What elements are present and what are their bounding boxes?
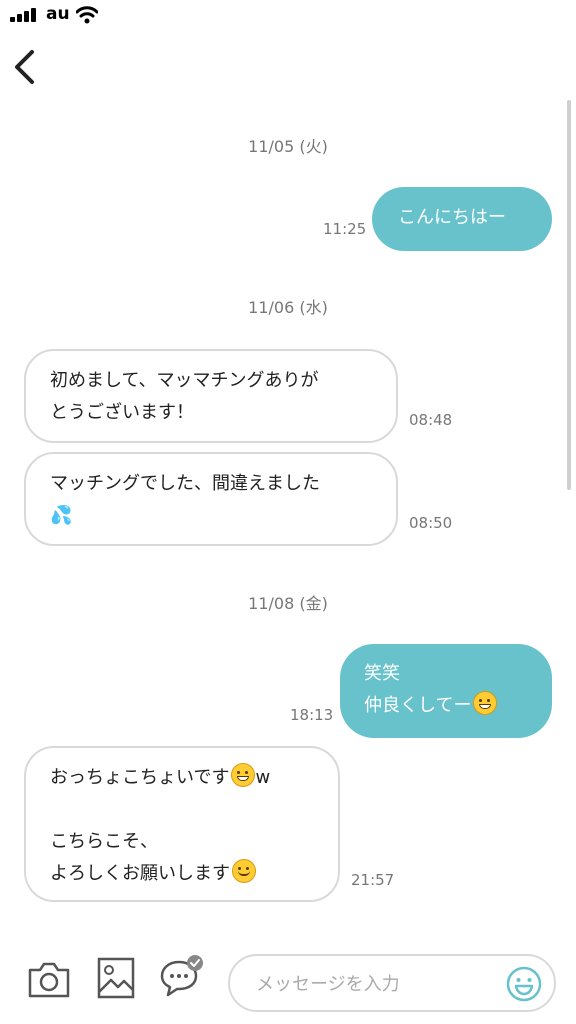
chat-bubble-icon[interactable] bbox=[158, 954, 206, 1000]
date-separator: 11/06 (水) bbox=[248, 298, 328, 317]
incoming-message-bubble[interactable]: マッチングでした、間違えました 💦 bbox=[24, 452, 398, 546]
message-text: w bbox=[255, 767, 271, 788]
message-time: 08:50 bbox=[409, 514, 453, 532]
outgoing-message-bubble[interactable]: 笑笑 仲良くしてー bbox=[340, 644, 552, 738]
date-separator: 11/08 (金) bbox=[248, 594, 328, 613]
message-text: おっちょこちょいです bbox=[50, 767, 230, 788]
camera-icon[interactable] bbox=[26, 960, 72, 1000]
message-text: 笑笑 bbox=[364, 663, 400, 684]
message-text: こちらこそ、 bbox=[50, 831, 158, 852]
message-time: 21:57 bbox=[351, 871, 395, 889]
message-text: 仲良くしてー bbox=[364, 695, 472, 716]
message-time: 08:48 bbox=[409, 411, 453, 429]
back-chevron-icon[interactable] bbox=[8, 44, 42, 90]
message-input-box[interactable] bbox=[228, 954, 556, 1012]
message-text: とうございます！ bbox=[50, 402, 194, 423]
message-text: こんにちはー bbox=[398, 207, 506, 228]
status-bar: au bbox=[0, 0, 576, 34]
carrier-label: au bbox=[46, 4, 70, 24]
message-input[interactable] bbox=[254, 956, 508, 1012]
message-text: マッチングでした、間違えました bbox=[50, 473, 320, 494]
message-text: 初めまして、マッマチングありが bbox=[50, 370, 319, 391]
message-text: よろしくお願いします bbox=[50, 863, 230, 884]
signal-icon bbox=[10, 8, 38, 22]
wifi-icon bbox=[76, 6, 98, 24]
emoji-icon[interactable] bbox=[506, 966, 542, 1002]
incoming-message-bubble[interactable]: おっちょこちょいです w こちらこそ、 よろしくお願いします bbox=[24, 746, 340, 902]
grinning-sweat-face-icon bbox=[473, 691, 498, 715]
message-time: 11:25 bbox=[323, 220, 367, 238]
outgoing-message-bubble[interactable]: こんにちはー bbox=[372, 187, 552, 251]
smiling-face-icon bbox=[232, 859, 256, 883]
message-text: 💦 bbox=[50, 505, 73, 526]
nav-bar bbox=[0, 34, 576, 100]
message-composer bbox=[0, 940, 576, 1024]
image-icon[interactable] bbox=[96, 956, 136, 1000]
incoming-message-bubble[interactable]: 初めまして、マッマチングありが とうございます！ bbox=[24, 349, 398, 443]
message-time: 18:13 bbox=[290, 706, 334, 724]
date-separator: 11/05 (火) bbox=[248, 137, 328, 156]
grinning-sweat-face-icon bbox=[231, 763, 256, 787]
